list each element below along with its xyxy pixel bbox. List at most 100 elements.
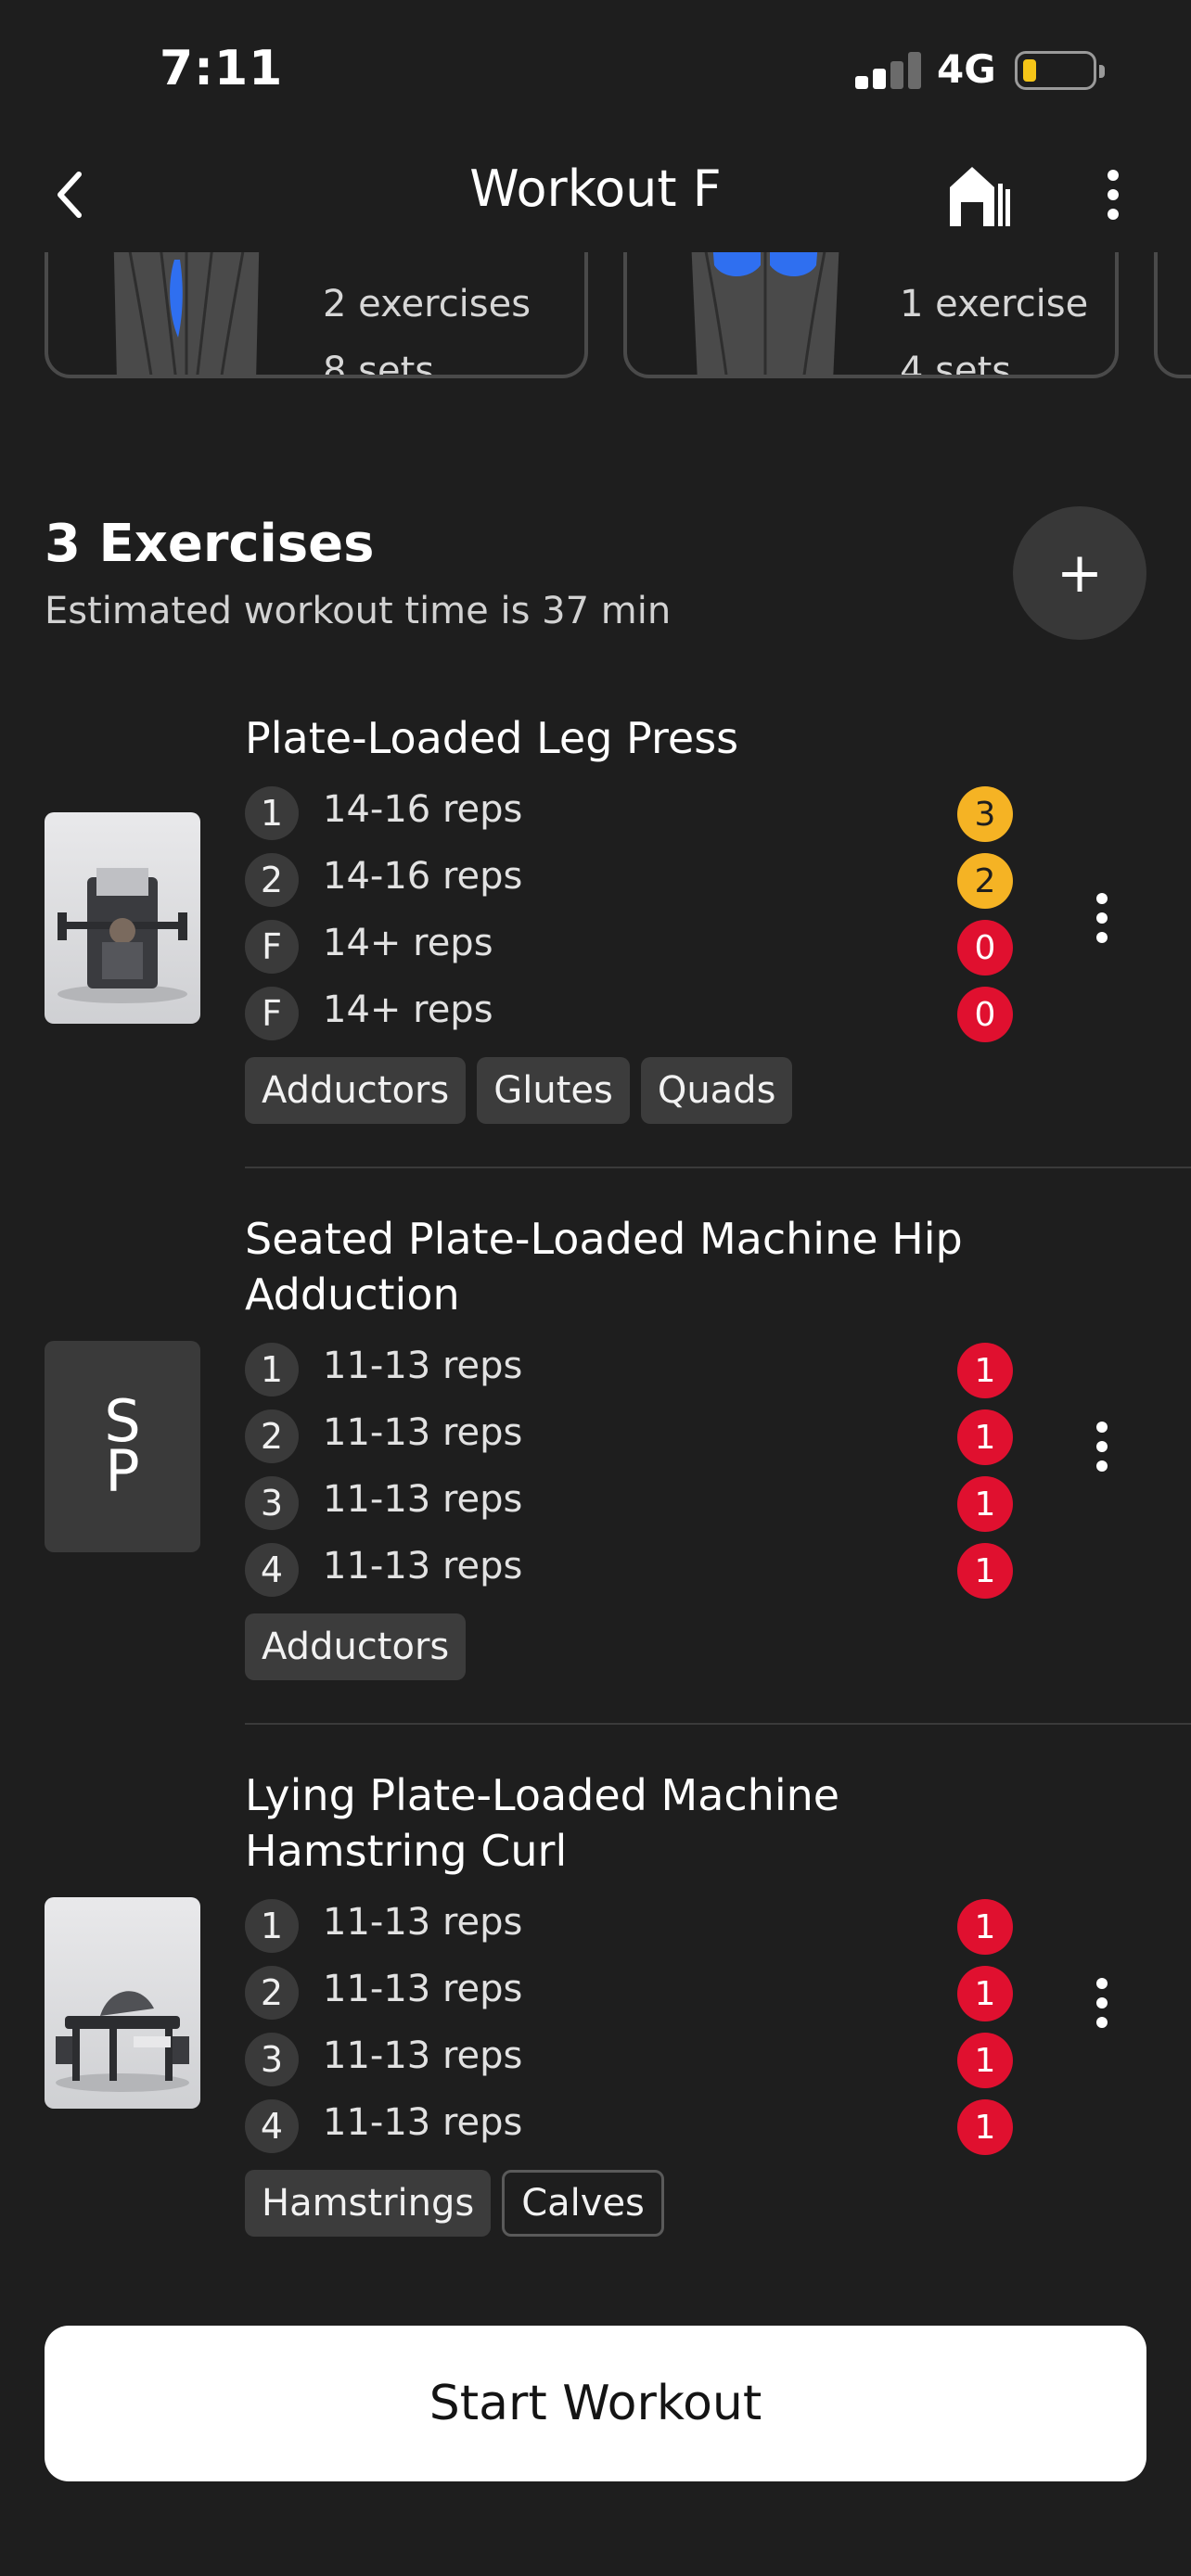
exercise-menu-button[interactable] (1087, 881, 1117, 955)
muscle-card-partial[interactable] (1154, 252, 1191, 378)
muscle-tag: Glutes (477, 1057, 630, 1124)
set-number: 2 (245, 1409, 299, 1463)
rir-badge: 1 (957, 2099, 1013, 2155)
status-time: 7:11 (160, 41, 284, 96)
set-reps: 14+ reps (323, 922, 493, 964)
muscle-tag: Hamstrings (245, 2170, 492, 2237)
rir-badge: 1 (957, 1899, 1013, 1955)
muscle-card[interactable]: 2 exercises 8 sets (45, 252, 588, 378)
set-reps: 14+ reps (323, 988, 493, 1031)
set-number: 1 (245, 1343, 299, 1396)
muscle-tag: Adductors (245, 1057, 467, 1124)
set-reps: 14-16 reps (323, 788, 523, 831)
exercise-name: Seated Plate-Loaded Machine Hip Adductio… (245, 1214, 963, 1320)
muscle-tag: Adductors (245, 1613, 467, 1680)
more-vertical-icon (1096, 893, 1108, 904)
start-workout-button[interactable]: Start Workout (45, 2326, 1146, 2481)
exercise-name: Plate-Loaded Leg Press (245, 713, 739, 763)
set-row[interactable]: 2 11-13 reps 1 (245, 1402, 1015, 1469)
more-options-button[interactable] (1085, 159, 1141, 230)
rir-badge: 1 (957, 1343, 1013, 1398)
set-number: 4 (245, 1543, 299, 1597)
muscle-figure-icon (113, 252, 260, 375)
sets-list: 1 11-13 reps 1 2 11-13 reps 1 3 11-13 re… (245, 1335, 1015, 1602)
muscle-tag: Quads (640, 1057, 793, 1124)
set-row[interactable]: 3 11-13 reps 1 (245, 2025, 1015, 2092)
exercises-count-title: 3 Exercises (45, 514, 375, 574)
gym-building-icon (950, 167, 1010, 226)
rir-badge: 2 (957, 853, 1013, 909)
set-row[interactable]: 4 11-13 reps 1 (245, 1536, 1015, 1602)
exercise-menu-button[interactable] (1087, 1409, 1117, 1484)
add-exercise-button[interactable]: + (1013, 506, 1146, 640)
estimated-time: Estimated workout time is 37 min (45, 590, 672, 632)
sets-list: 1 11-13 reps 1 2 11-13 reps 1 3 11-13 re… (245, 1892, 1015, 2159)
set-number: F (245, 920, 299, 974)
rir-badge: 1 (957, 2033, 1013, 2088)
muscle-tags: Adductors Glutes Quads (245, 1057, 793, 1124)
set-reps: 11-13 reps (323, 2101, 523, 2144)
muscle-card-sets: 4 sets (900, 350, 1012, 378)
divider (245, 1167, 1191, 1168)
set-reps: 11-13 reps (323, 1968, 523, 2010)
set-row[interactable]: 1 14-16 reps 3 (245, 779, 1015, 846)
muscle-card-exercises: 2 exercises (323, 283, 531, 325)
set-number: 2 (245, 853, 299, 907)
muscle-card-sets: 8 sets (323, 350, 435, 378)
set-reps: 14-16 reps (323, 855, 523, 898)
gym-button[interactable] (946, 159, 1011, 230)
exercise-thumbnail (45, 1897, 200, 2109)
exercise-thumbnail (45, 812, 200, 1024)
set-reps: 11-13 reps (323, 1478, 523, 1521)
nav-header: Workout F (0, 139, 1191, 250)
rir-badge: 0 (957, 987, 1013, 1042)
set-reps: 11-13 reps (323, 1411, 523, 1454)
set-row[interactable]: 1 11-13 reps 1 (245, 1335, 1015, 1402)
set-row[interactable]: 2 11-13 reps 1 (245, 1958, 1015, 2025)
divider (245, 1723, 1191, 1725)
plus-icon: + (1056, 541, 1104, 606)
set-row[interactable]: F 14+ reps 0 (245, 979, 1015, 1046)
muscle-tag-secondary: Calves (502, 2170, 664, 2237)
rir-badge: 1 (957, 1476, 1013, 1532)
start-workout-label: Start Workout (429, 2376, 762, 2431)
set-row[interactable]: 3 11-13 reps 1 (245, 1469, 1015, 1536)
set-number: 3 (245, 1476, 299, 1530)
rir-badge: 1 (957, 1409, 1013, 1465)
set-reps: 11-13 reps (323, 2034, 523, 2077)
rir-badge: 1 (957, 1543, 1013, 1599)
rir-badge: 0 (957, 920, 1013, 976)
muscle-card[interactable]: 1 exercise 4 sets (623, 252, 1119, 378)
rir-badge: 3 (957, 786, 1013, 842)
rir-badge: 1 (957, 1966, 1013, 2021)
set-row[interactable]: F 14+ reps 0 (245, 912, 1015, 979)
muscle-tags: Hamstrings Calves (245, 2170, 664, 2237)
set-reps: 11-13 reps (323, 1901, 523, 1944)
set-number: 4 (245, 2099, 299, 2153)
page-title: Workout F (469, 159, 722, 218)
set-row[interactable]: 4 11-13 reps 1 (245, 2092, 1015, 2159)
leg-press-machine-image (58, 868, 187, 1003)
muscle-card-exercises: 1 exercise (900, 283, 1089, 325)
logo-letter: P (105, 1437, 140, 1505)
signal-icon (855, 52, 922, 89)
more-vertical-icon (1108, 170, 1119, 181)
more-vertical-icon (1096, 1978, 1108, 1989)
set-number: 1 (245, 1899, 299, 1953)
sets-list: 1 14-16 reps 3 2 14-16 reps 2 F 14+ reps… (245, 779, 1015, 1046)
set-number: F (245, 987, 299, 1040)
hamstring-curl-machine-image (56, 1991, 189, 2092)
set-number: 1 (245, 786, 299, 840)
status-bar: 7:11 4G (0, 0, 1191, 139)
set-number: 3 (245, 2033, 299, 2086)
network-type: 4G (937, 46, 996, 92)
exercise-menu-button[interactable] (1087, 1966, 1117, 2040)
set-row[interactable]: 2 14-16 reps 2 (245, 846, 1015, 912)
muscle-tags: Adductors (245, 1613, 467, 1680)
muscle-figure-icon (691, 252, 839, 375)
set-row[interactable]: 1 11-13 reps 1 (245, 1892, 1015, 1958)
more-vertical-icon (1096, 1422, 1108, 1433)
set-number: 2 (245, 1966, 299, 2020)
exercise-name: Lying Plate-Loaded Machine Hamstring Cur… (245, 1770, 840, 1876)
muscle-summary-carousel[interactable]: 2 exercises 8 sets 1 exercise 4 sets (0, 252, 1191, 406)
